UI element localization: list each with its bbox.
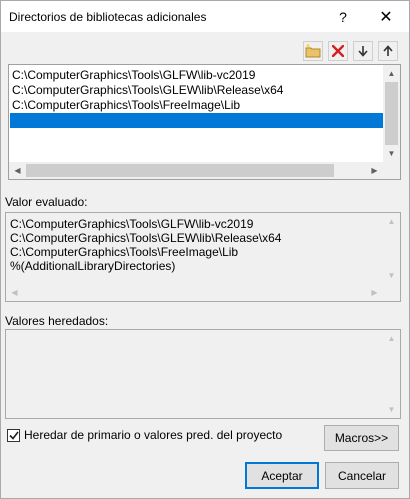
scroll-left-arrow-icon[interactable]: ◀ [6, 284, 23, 301]
title-bar: Directorios de bibliotecas adicionales ?… [1, 1, 409, 32]
new-folder-icon [305, 44, 321, 58]
window-title: Directorios de bibliotecas adicionales [9, 10, 207, 24]
macros-button[interactable]: Macros>> [324, 425, 399, 451]
help-icon: ? [339, 8, 347, 25]
scroll-down-arrow-icon[interactable]: ▼ [383, 401, 400, 418]
new-line-button[interactable] [303, 41, 323, 61]
list-item[interactable]: C:\ComputerGraphics\Tools\FreeImage\Lib [10, 98, 384, 113]
delete-icon [332, 45, 344, 57]
scroll-up-arrow-icon[interactable]: ▲ [383, 330, 400, 347]
directory-list[interactable]: C:\ComputerGraphics\Tools\GLFW\lib-vc201… [8, 64, 401, 180]
move-down-icon [358, 46, 368, 57]
evaluated-line: C:\ComputerGraphics\Tools\GLEW\lib\Relea… [10, 231, 282, 245]
inherited-values-box[interactable]: ▲ ▼ [5, 329, 401, 419]
help-button[interactable]: ? [322, 1, 364, 32]
evaluated-label: Valor evaluado: [5, 195, 88, 209]
scroll-thumb[interactable] [26, 164, 334, 177]
list-item[interactable]: C:\ComputerGraphics\Tools\GLEW\lib\Relea… [10, 83, 384, 98]
scroll-right-arrow-icon[interactable]: ▶ [366, 162, 383, 179]
evaluated-line: C:\ComputerGraphics\Tools\FreeImage\Lib [10, 245, 239, 259]
delete-line-button[interactable] [328, 41, 348, 61]
scroll-up-arrow-icon[interactable]: ▲ [383, 65, 400, 82]
scroll-right-arrow-icon[interactable]: ▶ [366, 284, 383, 301]
inherit-checkbox-label[interactable]: Heredar de primario o valores pred. del … [24, 428, 282, 442]
scrollbar-corner [383, 162, 400, 179]
evaluated-line: %(AdditionalLibraryDirectories) [10, 259, 176, 273]
evaluated-line: C:\ComputerGraphics\Tools\GLFW\lib-vc201… [10, 217, 254, 231]
scroll-down-arrow-icon[interactable]: ▼ [383, 267, 400, 284]
scroll-thumb[interactable] [385, 82, 398, 145]
inherited-label: Valores heredados: [5, 314, 109, 328]
list-item[interactable]: C:\ComputerGraphics\Tools\GLFW\lib-vc201… [10, 68, 384, 83]
checkmark-icon [8, 431, 19, 440]
scroll-down-arrow-icon[interactable]: ▼ [383, 145, 400, 162]
scroll-left-arrow-icon[interactable]: ◀ [9, 162, 26, 179]
move-down-button[interactable] [353, 41, 373, 61]
cancel-button[interactable]: Cancelar [325, 462, 399, 489]
list-horizontal-scrollbar[interactable]: ◀ ▶ [9, 162, 383, 179]
list-vertical-scrollbar[interactable]: ▲ ▼ [383, 65, 400, 162]
close-button[interactable]: ✕ [365, 1, 407, 32]
list-item-selected[interactable] [10, 113, 384, 128]
evaluated-value-box[interactable]: C:\ComputerGraphics\Tools\GLFW\lib-vc201… [5, 212, 401, 302]
ok-button[interactable]: Aceptar [245, 462, 319, 489]
close-icon: ✕ [379, 8, 393, 26]
dialog-window: Directorios de bibliotecas adicionales ?… [0, 0, 410, 499]
inherit-checkbox[interactable] [7, 429, 20, 442]
move-up-button[interactable] [378, 41, 398, 61]
move-up-icon [383, 45, 393, 56]
scroll-up-arrow-icon[interactable]: ▲ [383, 213, 400, 230]
